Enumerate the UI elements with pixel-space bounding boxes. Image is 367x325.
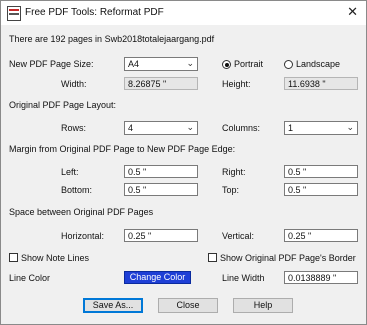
chevron-down-icon: ⌄ — [186, 58, 194, 68]
right-margin-label: Right: — [222, 167, 246, 177]
rows-label: Rows: — [61, 123, 87, 133]
columns-select[interactable]: 1 ⌄ — [284, 121, 358, 135]
width-field: 8.26875 " — [124, 77, 198, 90]
landscape-label: Landscape — [296, 59, 341, 69]
bottom-margin-input[interactable]: 0.5 " — [124, 183, 198, 196]
app-icon — [7, 6, 21, 21]
close-icon[interactable]: ✕ — [347, 4, 358, 20]
columns-label: Columns: — [222, 123, 261, 133]
bottom-margin-label: Bottom: — [61, 185, 93, 195]
chevron-down-icon: ⌄ — [346, 122, 354, 132]
left-margin-input[interactable]: 0.5 " — [124, 165, 198, 178]
height-field: 11.6938 " — [284, 77, 358, 90]
layout-label: Original PDF Page Layout: — [9, 100, 117, 110]
reformat-pdf-dialog: Free PDF Tools: Reformat PDF ✕ There are… — [0, 0, 367, 325]
window-title: Free PDF Tools: Reformat PDF — [25, 7, 164, 18]
show-note-lines-checkbox[interactable] — [9, 253, 18, 262]
right-margin-input[interactable]: 0.5 " — [284, 165, 358, 178]
portrait-label: Portrait — [234, 59, 264, 69]
chevron-down-icon: ⌄ — [186, 122, 194, 132]
top-margin-label: Top: — [222, 185, 240, 195]
show-note-lines-label: Show Note Lines — [21, 253, 90, 263]
left-margin-label: Left: — [61, 167, 79, 177]
rows-select[interactable]: 4 ⌄ — [124, 121, 198, 135]
change-color-button[interactable]: Change Color — [124, 271, 191, 284]
page-size-label: New PDF Page Size: — [9, 59, 94, 69]
portrait-radio[interactable] — [222, 60, 231, 69]
title-bar: Free PDF Tools: Reformat PDF ✕ — [1, 1, 366, 25]
horizontal-spacing-label: Horizontal: — [61, 231, 105, 241]
height-label: Height: — [222, 79, 251, 89]
horizontal-spacing-input[interactable]: 0.25 " — [124, 229, 198, 242]
top-margin-input[interactable]: 0.5 " — [284, 183, 358, 196]
line-width-input[interactable]: 0.0138889 " — [284, 271, 358, 284]
line-width-label: Line Width — [222, 273, 265, 283]
vertical-spacing-label: Vertical: — [222, 231, 255, 241]
close-button[interactable]: Close — [158, 298, 218, 313]
vertical-spacing-input[interactable]: 0.25 " — [284, 229, 358, 242]
save-as-button[interactable]: Save As... — [83, 298, 143, 313]
landscape-radio[interactable] — [284, 60, 293, 69]
spacing-label: Space between Original PDF Pages — [9, 207, 154, 217]
page-size-select[interactable]: A4 ⌄ — [124, 57, 198, 71]
width-label: Width: — [61, 79, 87, 89]
help-button[interactable]: Help — [233, 298, 293, 313]
line-color-label: Line Color — [9, 273, 51, 283]
page-count-text: There are 192 pages in Swb2018totalejaar… — [9, 34, 215, 44]
show-border-checkbox[interactable] — [208, 253, 217, 262]
show-border-label: Show Original PDF Page's Border — [220, 253, 356, 263]
margins-label: Margin from Original PDF Page to New PDF… — [9, 144, 236, 154]
